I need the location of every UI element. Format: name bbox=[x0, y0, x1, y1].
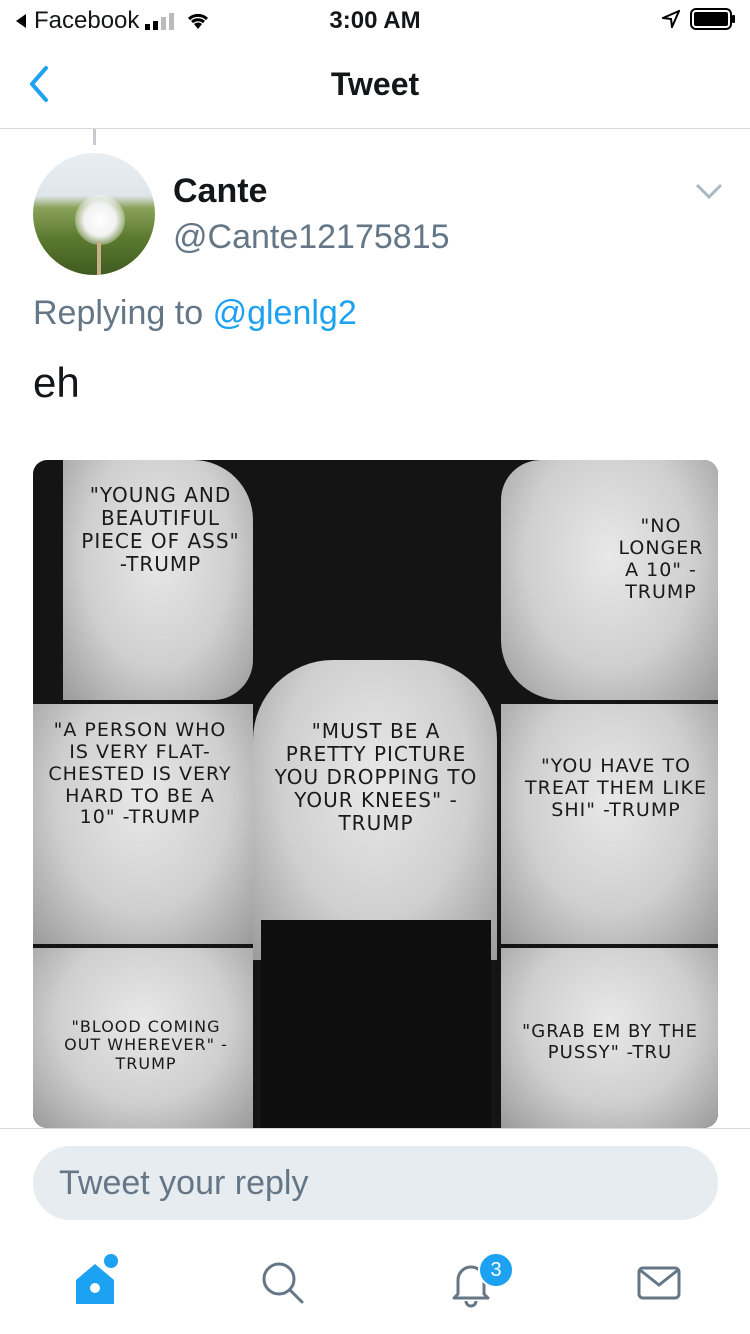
replying-to: Replying to @glenlg2 bbox=[33, 294, 357, 333]
reply-input[interactable]: Tweet your reply bbox=[33, 1146, 718, 1220]
reply-placeholder: Tweet your reply bbox=[59, 1164, 309, 1202]
nav-bar: Tweet bbox=[0, 40, 750, 129]
media-panel-4-shorts bbox=[261, 920, 491, 1128]
media-panel-2: "NO LONGER A 10" -TRUMP bbox=[501, 460, 718, 700]
media-text-5: "YOU HAVE TO TREAT THEM LIKE SHI" -TRUMP bbox=[525, 755, 707, 821]
avatar[interactable] bbox=[33, 153, 155, 275]
messages-envelope-icon[interactable] bbox=[634, 1258, 684, 1308]
location-icon bbox=[662, 10, 680, 28]
media-panel-4: "MUST BE A PRETTY PICTURE YOU DROPPING T… bbox=[253, 660, 497, 960]
display-name[interactable]: Cante bbox=[173, 172, 267, 211]
status-bar: Facebook 3:00 AM bbox=[0, 0, 750, 40]
notifications-badge: 3 bbox=[478, 1252, 514, 1288]
status-right bbox=[662, 8, 736, 30]
replying-prefix: Replying to bbox=[33, 294, 204, 332]
user-handle[interactable]: @Cante12175815 bbox=[173, 218, 450, 257]
media-text-6: "BLOOD COMING OUT WHEREVER" -TRUMP bbox=[64, 1017, 228, 1073]
avatar-stem bbox=[97, 241, 101, 275]
media-panel-7: "GRAB EM BY THE PUSSY" -TRU bbox=[501, 948, 718, 1128]
divider bbox=[0, 1128, 750, 1129]
search-icon[interactable] bbox=[258, 1258, 308, 1308]
media-panel-1: "YOUNG AND BEAUTIFUL PIECE OF ASS" -TRUM… bbox=[63, 460, 253, 700]
media-text-7: "GRAB EM BY THE PUSSY" -TRU bbox=[522, 1021, 698, 1063]
media-panel-5: "YOU HAVE TO TREAT THEM LIKE SHI" -TRUMP bbox=[501, 704, 718, 944]
media-panel-6: "BLOOD COMING OUT WHEREVER" -TRUMP bbox=[33, 948, 253, 1128]
home-new-dot bbox=[104, 1254, 118, 1268]
battery-icon bbox=[690, 8, 735, 30]
tweet-media[interactable]: "YOUNG AND BEAUTIFUL PIECE OF ASS" -TRUM… bbox=[33, 460, 718, 1128]
media-text-1: "YOUNG AND BEAUTIFUL PIECE OF ASS" -TRUM… bbox=[81, 483, 240, 576]
media-text-3: "A PERSON WHO IS VERY FLAT-CHESTED IS VE… bbox=[48, 719, 232, 829]
status-time: 3:00 AM bbox=[329, 7, 421, 34]
media-text-4: "MUST BE A PRETTY PICTURE YOU DROPPING T… bbox=[274, 719, 478, 835]
thread-connector bbox=[93, 129, 96, 145]
tweet-text: eh bbox=[33, 359, 80, 406]
page-title: Tweet bbox=[330, 66, 420, 102]
replying-to-link[interactable]: @glenlg2 bbox=[213, 294, 357, 332]
chevron-down-icon[interactable] bbox=[694, 181, 724, 201]
avatar-dandelion bbox=[75, 195, 125, 245]
media-text-2: "NO LONGER A 10" -TRUMP bbox=[618, 515, 704, 603]
media-panel-3: "A PERSON WHO IS VERY FLAT-CHESTED IS VE… bbox=[33, 704, 253, 944]
